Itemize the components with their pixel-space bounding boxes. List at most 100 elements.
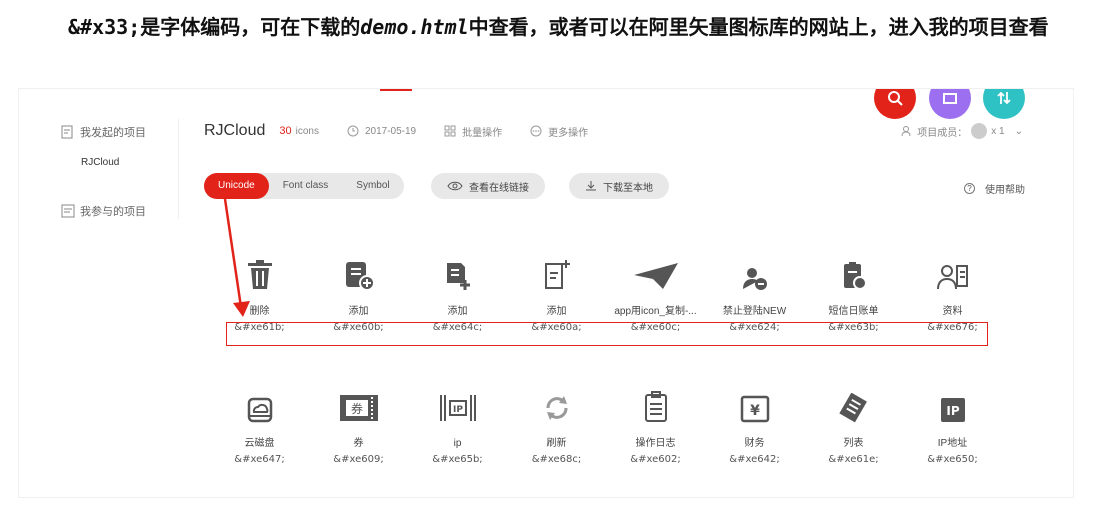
sidebar: 我发起的项目 RJCloud 我参与的项目	[19, 89, 179, 497]
search-fab[interactable]	[874, 89, 916, 119]
icon-unicode: &#xe650;	[927, 454, 978, 465]
help-link[interactable]: ? 使用帮助	[964, 181, 1025, 196]
icon-label: 添加	[447, 306, 468, 317]
view-online-link-button[interactable]: 查看在线链接	[431, 173, 545, 199]
paper-plane-icon	[606, 251, 705, 291]
ip-address-icon: IP	[903, 383, 1002, 423]
user-forbid-icon	[705, 251, 804, 291]
tab-symbol[interactable]: Symbol	[342, 173, 403, 199]
icon-label: 操作日志	[635, 438, 676, 449]
char-code: &#x33;	[68, 15, 141, 39]
sms-bill-icon	[804, 251, 903, 291]
eye-icon	[447, 181, 463, 191]
profile-icon	[903, 251, 1002, 291]
icon-label: 列表	[843, 438, 864, 449]
svg-text:¥: ¥	[750, 403, 760, 419]
icon-cell[interactable]: 列表 &#xe61e;	[804, 383, 903, 469]
icon-cell[interactable]: IP ip &#xe65b;	[408, 383, 507, 469]
icon-row: 云磁盘 &#xe647; 券券 &#xe609; IP ip &#xe65b; 刷新 &#xe6…	[210, 383, 1010, 493]
svg-text:券: 券	[350, 401, 362, 416]
download-local-button[interactable]: 下载至本地	[569, 173, 669, 199]
page-plus-icon	[507, 251, 606, 291]
nav-active-underline	[380, 89, 412, 91]
icon-label: app用icon_复制-...	[614, 306, 697, 317]
sidebar-divider	[178, 119, 179, 219]
icon-label: 云磁盘	[244, 438, 275, 449]
project-members[interactable]: 项目成员： x 1 ⌄	[901, 123, 1023, 139]
icon-label: 添加	[348, 306, 369, 317]
project-header: RJCloud 30 icons 2017-05-19 批量操作 更多操作	[204, 119, 588, 143]
article-text-1: 是字体编码，可在下载的	[140, 15, 361, 39]
avatar	[971, 123, 988, 139]
sidebar-item-joined-projects[interactable]: 我参与的项目	[61, 203, 146, 219]
icon-unicode: &#xe642;	[729, 454, 780, 465]
demo-file-name: demo.html	[360, 15, 469, 39]
doc-plus-icon	[408, 251, 507, 291]
tab-unicode[interactable]: Unicode	[204, 173, 269, 199]
sidebar-item-label: 我发起的项目	[80, 126, 146, 139]
chevron-down-icon: ⌄	[1014, 125, 1023, 137]
more-operation-button[interactable]: 更多操作	[530, 124, 588, 139]
question-icon: ?	[964, 183, 975, 194]
icon-label: 删除	[249, 306, 270, 317]
sidebar-item-label: 我参与的项目	[80, 205, 146, 218]
upload-fab[interactable]	[929, 89, 971, 119]
ip-frame-icon: IP	[408, 383, 507, 423]
icon-unicode: &#xe68c;	[531, 454, 582, 465]
code-type-tabs: Unicode Font class Symbol	[204, 173, 404, 199]
refresh-icon	[507, 383, 606, 423]
icon-label: 券	[353, 438, 364, 449]
project-date: 2017-05-19	[347, 125, 416, 137]
sidebar-item-rjcloud[interactable]: RJCloud	[81, 157, 119, 168]
icon-cell[interactable]: 操作日志 &#xe602;	[606, 383, 705, 469]
icon-label: 刷新	[546, 438, 567, 449]
icon-label: 禁止登陆NEW	[722, 306, 787, 317]
project-title: RJCloud	[204, 122, 266, 139]
icon-cell[interactable]: IP IP地址 &#xe650;	[903, 383, 1002, 469]
icon-cell[interactable]: ¥ 财务 &#xe642;	[705, 383, 804, 469]
icon-unicode: &#xe647;	[234, 454, 285, 465]
icon-label: IP地址	[937, 438, 968, 449]
svg-text:IP: IP	[453, 405, 463, 415]
finance-icon: ¥	[705, 383, 804, 423]
member-count: x 1	[991, 125, 1005, 137]
clipboard-icon	[606, 383, 705, 423]
download-icon	[586, 181, 596, 191]
cloud-disk-icon	[210, 383, 309, 423]
icon-cell[interactable]: 云磁盘 &#xe647;	[210, 383, 309, 469]
search-icon	[888, 91, 903, 106]
list-icon	[804, 383, 903, 423]
grid-icon	[444, 125, 456, 137]
iconfont-screenshot: 我发起的项目 RJCloud 我参与的项目 RJCloud 30 icons 2…	[18, 88, 1074, 498]
tab-font-class[interactable]: Font class	[269, 173, 343, 199]
icon-cell[interactable]: 刷新 &#xe68c;	[507, 383, 606, 469]
trash-icon	[210, 251, 309, 291]
icon-unicode: &#xe65b;	[432, 454, 483, 465]
svg-text:IP: IP	[946, 404, 959, 418]
transfer-fab[interactable]	[983, 89, 1025, 119]
icon-label: 添加	[546, 306, 567, 317]
article-text-2: 中查看，或者可以在阿里矢量图标库的网站上，进入我的项目查看	[468, 15, 1049, 39]
icon-cell[interactable]: 券券 &#xe609;	[309, 383, 408, 469]
article-paragraph: &#x33;是字体编码，可在下载的demo.html中查看，或者可以在阿里矢量图…	[18, 8, 1098, 46]
clock-icon	[347, 125, 359, 137]
icon-label: 资料	[942, 306, 963, 317]
doc-list-icon	[61, 204, 75, 218]
members-label: 项目成员：	[917, 127, 968, 139]
batch-operation-button[interactable]: 批量操作	[444, 124, 502, 139]
doc-edit-icon	[61, 125, 73, 139]
icon-count: 30	[279, 125, 292, 137]
icon-label: ip	[453, 438, 462, 449]
icon-unicode: &#xe61e;	[828, 454, 879, 465]
icon-unicode: &#xe609;	[333, 454, 384, 465]
transfer-icon	[997, 91, 1011, 105]
member-icon	[901, 126, 911, 137]
sidebar-item-my-projects[interactable]: 我发起的项目	[61, 124, 146, 140]
upload-icon	[943, 93, 957, 104]
code-highlight-box	[226, 322, 988, 346]
doc-add-icon	[309, 251, 408, 291]
icon-label: 财务	[744, 438, 765, 449]
coupon-icon: 券	[309, 383, 408, 423]
icon-unicode: &#xe602;	[630, 454, 681, 465]
more-icon	[530, 125, 542, 137]
